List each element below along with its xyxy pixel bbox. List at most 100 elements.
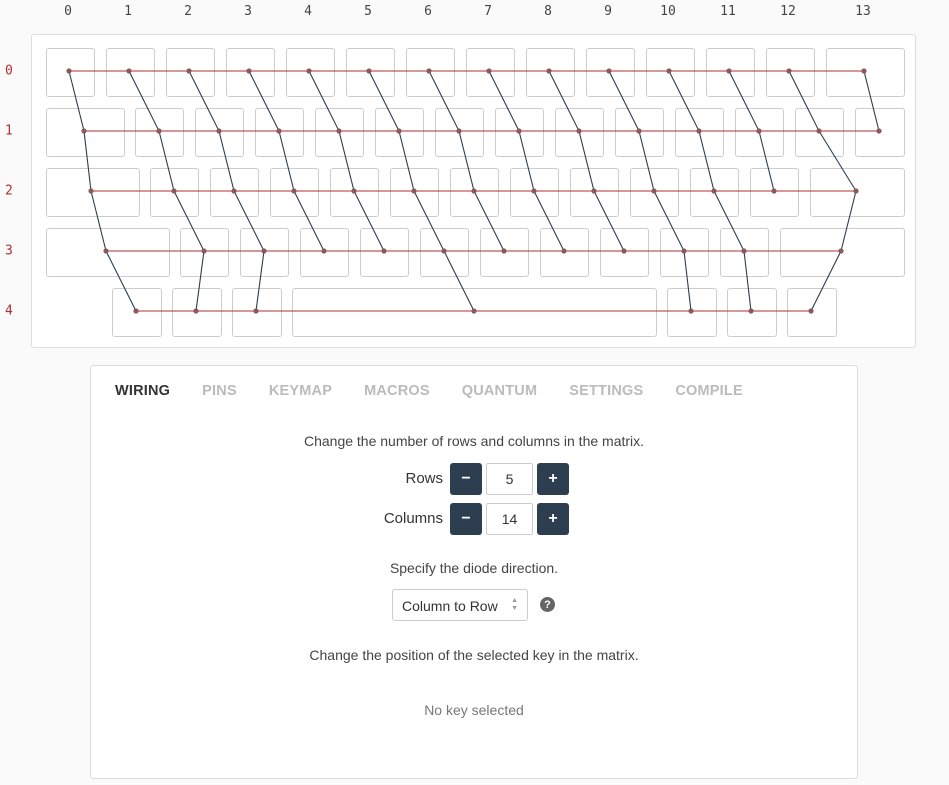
keyboard-key[interactable] — [46, 108, 125, 157]
column-number: 2 — [184, 4, 192, 19]
columns-control: Columns − 14 + — [91, 503, 857, 535]
keyboard-key[interactable] — [180, 228, 229, 277]
keyboard-key[interactable] — [46, 228, 170, 277]
keyboard-key[interactable] — [795, 108, 844, 157]
keyboard-key[interactable] — [255, 108, 304, 157]
keyboard-key[interactable] — [540, 228, 589, 277]
keyboard-key[interactable] — [406, 48, 455, 97]
no-key-selected-text: No key selected — [424, 702, 524, 718]
row-number: 0 — [5, 63, 13, 79]
keyboard-key[interactable] — [750, 168, 799, 217]
columns-label: Columns — [383, 510, 443, 527]
keyboard-key[interactable] — [435, 108, 484, 157]
keyboard-key[interactable] — [675, 108, 724, 157]
keyboard-key[interactable] — [210, 168, 259, 217]
column-number: 1 — [124, 4, 132, 19]
column-number: 12 — [780, 4, 796, 19]
columns-value[interactable]: 14 — [486, 503, 533, 535]
diode-direction-select[interactable]: Column to Row ▲ ▼ — [392, 589, 528, 621]
keyboard-key[interactable] — [735, 108, 784, 157]
keyboard-key[interactable] — [300, 228, 349, 277]
column-number: 4 — [304, 4, 312, 19]
position-intro-text: Change the position of the selected key … — [309, 647, 639, 663]
tab-keymap[interactable]: KEYMAP — [269, 383, 332, 399]
keyboard-key[interactable] — [46, 48, 95, 97]
keyboard-key[interactable] — [135, 108, 184, 157]
keyboard-key[interactable] — [112, 288, 162, 337]
keyboard-key[interactable] — [690, 168, 739, 217]
keyboard-key[interactable] — [360, 228, 409, 277]
rows-label: Rows — [405, 470, 443, 487]
keyboard-key[interactable] — [630, 168, 679, 217]
keyboard-key[interactable] — [510, 168, 559, 217]
column-number: 11 — [720, 4, 736, 19]
row-number: 2 — [5, 183, 13, 199]
tab-compile[interactable]: COMPILE — [675, 383, 742, 399]
keyboard-key[interactable] — [660, 228, 709, 277]
keyboard-key[interactable] — [480, 228, 529, 277]
keyboard-key[interactable] — [766, 48, 815, 97]
keyboard-key[interactable] — [466, 48, 515, 97]
keyboard-key[interactable] — [286, 48, 335, 97]
row-number: 1 — [5, 123, 13, 139]
matrix-intro-text: Change the number of rows and columns in… — [303, 433, 645, 449]
keyboard-key[interactable] — [727, 288, 777, 337]
keyboard-key[interactable] — [106, 48, 155, 97]
keyboard-key[interactable] — [166, 48, 215, 97]
row-number: 4 — [5, 303, 13, 319]
column-number: 13 — [855, 4, 871, 19]
column-number: 6 — [424, 4, 432, 19]
keyboard-key[interactable] — [46, 168, 140, 217]
tab-wiring[interactable]: WIRING — [115, 383, 170, 399]
keyboard-key[interactable] — [292, 288, 657, 337]
columns-decrement-button[interactable]: − — [450, 503, 482, 535]
column-number: 7 — [484, 4, 492, 19]
keyboard-key[interactable] — [270, 168, 319, 217]
keyboard-key[interactable] — [720, 228, 769, 277]
keyboard-key[interactable] — [346, 48, 395, 97]
tab-quantum[interactable]: QUANTUM — [462, 383, 538, 399]
keyboard-key[interactable] — [667, 288, 717, 337]
keyboard-key[interactable] — [495, 108, 544, 157]
keyboard-key[interactable] — [375, 108, 424, 157]
keyboard-key[interactable] — [555, 108, 604, 157]
tab-pins[interactable]: PINS — [202, 383, 237, 399]
keyboard-key[interactable] — [586, 48, 635, 97]
keyboard-key[interactable] — [570, 168, 619, 217]
keyboard-key[interactable] — [232, 288, 282, 337]
rows-value[interactable]: 5 — [486, 463, 533, 495]
keyboard-key[interactable] — [706, 48, 755, 97]
keyboard-key[interactable] — [600, 228, 649, 277]
keyboard-key[interactable] — [195, 108, 244, 157]
keyboard-key[interactable] — [172, 288, 222, 337]
keyboard-key[interactable] — [826, 48, 905, 97]
rows-increment-button[interactable]: + — [537, 463, 569, 495]
keyboard-key[interactable] — [855, 108, 905, 157]
keyboard-key[interactable] — [780, 228, 905, 277]
select-arrows-icon: ▲ ▼ — [511, 597, 518, 612]
keyboard-key[interactable] — [526, 48, 575, 97]
keyboard-key[interactable] — [315, 108, 364, 157]
column-number: 3 — [244, 4, 252, 19]
keyboard-key[interactable] — [420, 228, 469, 277]
keyboard-key[interactable] — [810, 168, 905, 217]
columns-increment-button[interactable]: + — [537, 503, 569, 535]
rows-decrement-button[interactable]: − — [450, 463, 482, 495]
column-number: 5 — [364, 4, 372, 19]
column-number: 9 — [604, 4, 612, 19]
keyboard-key[interactable] — [240, 228, 289, 277]
tab-macros[interactable]: MACROS — [364, 383, 430, 399]
row-number: 3 — [5, 243, 13, 259]
tab-settings[interactable]: SETTINGS — [569, 383, 643, 399]
keyboard-key[interactable] — [787, 288, 837, 337]
keyboard-key[interactable] — [390, 168, 439, 217]
keyboard-key[interactable] — [450, 168, 499, 217]
keyboard-key[interactable] — [226, 48, 275, 97]
help-icon[interactable]: ? — [540, 597, 555, 612]
keyboard-key[interactable] — [330, 168, 379, 217]
keyboard-key[interactable] — [646, 48, 695, 97]
keyboard-key[interactable] — [615, 108, 664, 157]
keyboard-key[interactable] — [150, 168, 199, 217]
column-number: 8 — [544, 4, 552, 19]
diode-intro-text: Specify the diode direction. — [389, 560, 559, 576]
